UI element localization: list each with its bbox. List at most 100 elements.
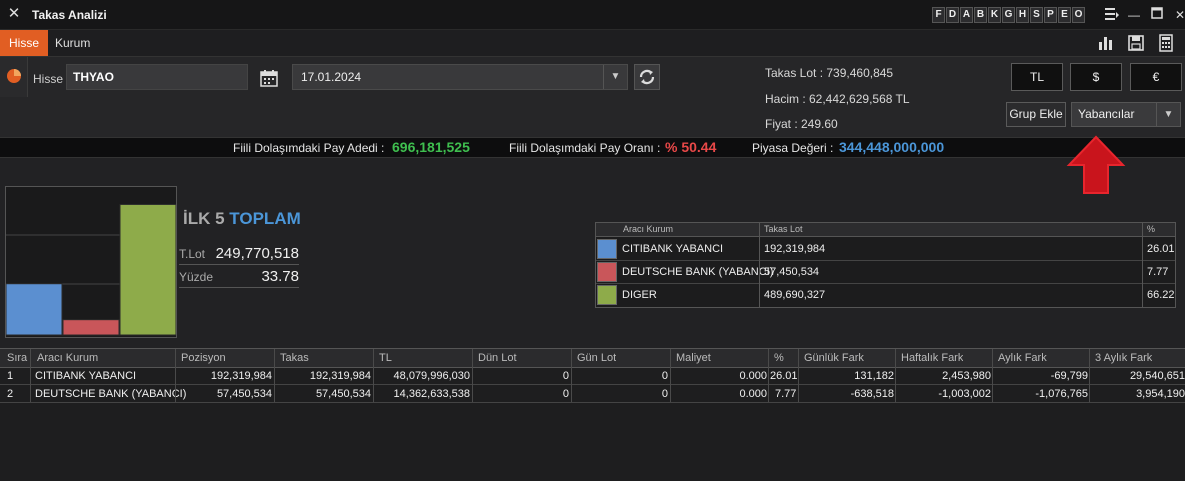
calendar-icon[interactable] [260, 69, 278, 87]
grup-ekle-button[interactable]: Grup Ekle [1006, 102, 1066, 127]
cell-haftalik-fark: 2,453,980 [942, 370, 991, 382]
legend-lot: 57,450,534 [764, 266, 820, 278]
col-gun-lot[interactable]: Gün Lot [577, 352, 616, 364]
cell-kurum: CITIBANK YABANCI [35, 370, 137, 382]
chevron-down-icon[interactable]: ▼ [1156, 103, 1180, 126]
col-maliyet[interactable]: Maliyet [676, 352, 711, 364]
refresh-button[interactable] [634, 64, 660, 90]
group-select[interactable]: Yabancılar ▼ [1071, 102, 1181, 127]
col-haftalik-fark[interactable]: Haftalık Fark [901, 352, 963, 364]
bar-chart-svg [5, 203, 177, 336]
fiili-adet-value: 696,181,525 [392, 139, 470, 155]
table-row[interactable]: 2 DEUTSCHE BANK (YABANCI) 57,450,534 57,… [0, 386, 1185, 403]
legend-lot: 489,690,327 [764, 289, 826, 301]
letter-button-g[interactable]: G [1002, 7, 1015, 23]
tlot-value: 249,770,518 [215, 245, 299, 262]
cell-dun-lot: 0 [562, 370, 569, 382]
bar-chart-icon[interactable] [1097, 34, 1115, 52]
letter-button-b[interactable]: B [974, 7, 987, 23]
col-dun-lot[interactable]: Dün Lot [478, 352, 517, 364]
col-takas[interactable]: Takas [280, 352, 309, 364]
chart-bar-3[interactable] [119, 203, 177, 336]
letter-button-p[interactable]: P [1044, 7, 1057, 23]
legend-divider [759, 223, 760, 307]
title-bar: ✕ Takas Analizi F D A B K G H S P E O — … [0, 0, 1185, 30]
column-divider [571, 349, 572, 402]
letter-button-e[interactable]: E [1058, 7, 1071, 23]
col-aylik-fark[interactable]: Aylık Fark [998, 352, 1047, 364]
legend-pct: 66.22 [1147, 289, 1175, 301]
tab-kurum[interactable]: Kurum [46, 30, 99, 56]
hisse-label: Hisse [33, 72, 64, 86]
summary-title-suffix: TOPLAM [229, 209, 301, 228]
legend-header: Aracı Kurum Takas Lot % [596, 223, 1175, 237]
settings-icon[interactable] [1103, 6, 1121, 24]
column-divider [670, 349, 671, 402]
legend-header-lot: Takas Lot [764, 224, 803, 234]
column-divider [992, 349, 993, 402]
pie-chart-button[interactable] [0, 57, 28, 97]
cell-gunluk-fark: 131,182 [854, 370, 894, 382]
col-pct[interactable]: % [774, 352, 784, 364]
cell-3aylik-fark: 3,954,190 [1136, 388, 1185, 400]
cell-sira: 2 [7, 388, 14, 400]
chart-bar-2[interactable] [62, 319, 120, 336]
col-pozisyon[interactable]: Pozisyon [181, 352, 226, 364]
piyasa-value: 344,448,000,000 [839, 139, 945, 155]
legend-name: DEUTSCHE BANK (YABANCI) [622, 266, 774, 278]
fiili-oran-value: % 50.44 [665, 139, 717, 155]
chevron-down-icon[interactable]: ▼ [603, 65, 627, 89]
table-header: Sıra Aracı Kurum Pozisyon Takas TL Dün L… [0, 349, 1185, 368]
currency-tl-button[interactable]: TL [1011, 63, 1063, 91]
minimize-icon[interactable]: — [1124, 6, 1144, 24]
letter-button-d[interactable]: D [946, 7, 959, 23]
date-select[interactable]: 17.01.2024 ▼ [292, 64, 628, 90]
legend-row[interactable]: DIGER 489,690,327 66.22 [596, 284, 1175, 307]
legend-name: CITIBANK YABANCI [622, 243, 724, 255]
legend-row[interactable]: DEUTSCHE BANK (YABANCI) 57,450,534 7.77 [596, 261, 1175, 284]
table-row[interactable]: 1 CITIBANK YABANCI 192,319,984 192,319,9… [0, 368, 1185, 385]
column-divider [1089, 349, 1090, 402]
currency-usd-button[interactable]: $ [1070, 63, 1122, 91]
letter-filter-bar: F D A B K G H S P E O [932, 7, 1086, 23]
cell-3aylik-fark: 29,540,651 [1129, 370, 1185, 382]
letter-button-s[interactable]: S [1030, 7, 1043, 23]
column-divider [30, 349, 31, 402]
hisse-input[interactable]: THYAO [66, 64, 248, 90]
close-window-icon[interactable]: ✕ [1170, 6, 1185, 24]
column-divider [895, 349, 896, 402]
cell-pct: 7.77 [775, 388, 797, 400]
letter-button-f[interactable]: F [932, 7, 945, 23]
letter-button-a[interactable]: A [960, 7, 973, 23]
cell-takas: 57,450,534 [315, 388, 371, 400]
yuzde-value: 33.78 [261, 268, 299, 285]
cell-pozisyon: 57,450,534 [216, 388, 272, 400]
column-divider [373, 349, 374, 402]
chart-bar-1[interactable] [5, 283, 63, 336]
calculator-icon[interactable] [1157, 34, 1175, 52]
yuzde-label: Yüzde [179, 270, 214, 284]
col-3aylik-fark[interactable]: 3 Aylık Fark [1095, 352, 1152, 364]
currency-eur-button[interactable]: € [1130, 63, 1182, 91]
tlot-row: T.Lot 249,770,518 [179, 243, 299, 265]
close-icon[interactable]: ✕ [6, 6, 22, 22]
legend-header-kurum: Aracı Kurum [623, 224, 674, 234]
letter-button-o[interactable]: O [1072, 7, 1085, 23]
letter-button-k[interactable]: K [988, 7, 1001, 23]
cell-takas: 192,319,984 [309, 370, 371, 382]
tab-hisse[interactable]: Hisse [0, 30, 49, 56]
cell-gun-lot: 0 [661, 388, 668, 400]
cell-gun-lot: 0 [661, 370, 668, 382]
col-tl[interactable]: TL [379, 352, 392, 364]
col-kurum[interactable]: Aracı Kurum [37, 352, 98, 364]
col-gunluk-fark[interactable]: Günlük Fark [804, 352, 864, 364]
legend-header-pct: % [1147, 224, 1156, 234]
cell-maliyet: 0.000 [739, 388, 767, 400]
col-sira[interactable]: Sıra [7, 352, 29, 364]
letter-button-h[interactable]: H [1016, 7, 1029, 23]
maximize-icon[interactable] [1147, 6, 1167, 24]
legend-row[interactable]: CITIBANK YABANCI 192,319,984 26.01 [596, 238, 1175, 261]
cell-haftalik-fark: -1,003,002 [938, 388, 991, 400]
save-icon[interactable] [1127, 34, 1145, 52]
window-controls: — ✕ [1100, 6, 1185, 24]
